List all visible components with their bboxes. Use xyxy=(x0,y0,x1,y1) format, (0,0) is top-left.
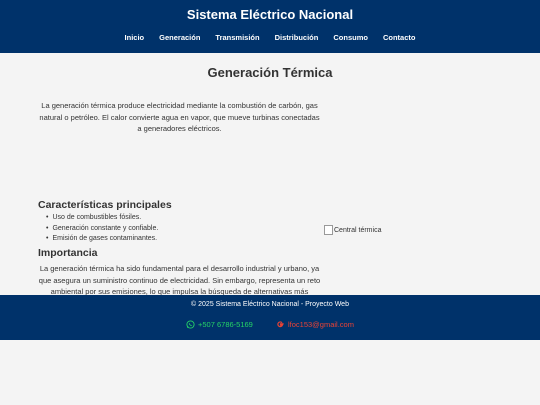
list-item: Uso de combustibles fósiles. xyxy=(47,213,330,224)
email-link[interactable]: lfoc153@gmail.com xyxy=(276,320,354,329)
nav-distribucion[interactable]: Distribución xyxy=(275,33,319,42)
nav-inicio[interactable]: Inicio xyxy=(125,33,145,42)
intro-paragraph: La generación térmica produce electricid… xyxy=(39,101,320,133)
nav-contacto[interactable]: Contacto xyxy=(383,33,416,42)
phone-number: +507 6786-5169 xyxy=(198,320,253,329)
copyright-text: © 2025 Sistema Eléctrico Nacional - Proy… xyxy=(191,301,349,308)
image-alt-text: Central térmica xyxy=(334,226,382,234)
list-item: Generación constante y confiable. xyxy=(47,224,330,235)
main-content: Generación Térmica La generación térmica… xyxy=(0,53,540,308)
broken-image-icon xyxy=(324,225,333,235)
intro-block: La generación térmica produce electricid… xyxy=(38,100,321,135)
site-header: Sistema Eléctrico Nacional Inicio Genera… xyxy=(0,0,540,53)
phone-link[interactable]: +507 6786-5169 xyxy=(186,320,253,329)
google-icon xyxy=(277,321,284,328)
nav-generacion[interactable]: Generación xyxy=(159,33,200,42)
list-item: Emisión de gases contaminantes. xyxy=(47,234,330,245)
features-heading: Características principales xyxy=(38,199,172,211)
nav-transmision[interactable]: Transmisión xyxy=(215,33,259,42)
site-footer: © 2025 Sistema Eléctrico Nacional - Proy… xyxy=(0,295,540,340)
importance-heading: Importancia xyxy=(38,247,98,259)
page-title: Generación Térmica xyxy=(207,65,333,80)
thermal-plant-image: Central térmica xyxy=(324,225,381,235)
whatsapp-icon xyxy=(186,320,195,329)
nav-consumo[interactable]: Consumo xyxy=(333,33,368,42)
features-list: Uso de combustibles fósiles. Generación … xyxy=(38,213,330,245)
site-title: Sistema Eléctrico Nacional xyxy=(186,7,354,22)
email-address: lfoc153@gmail.com xyxy=(288,320,354,329)
main-nav: Inicio Generación Transmisión Distribuci… xyxy=(0,33,540,42)
